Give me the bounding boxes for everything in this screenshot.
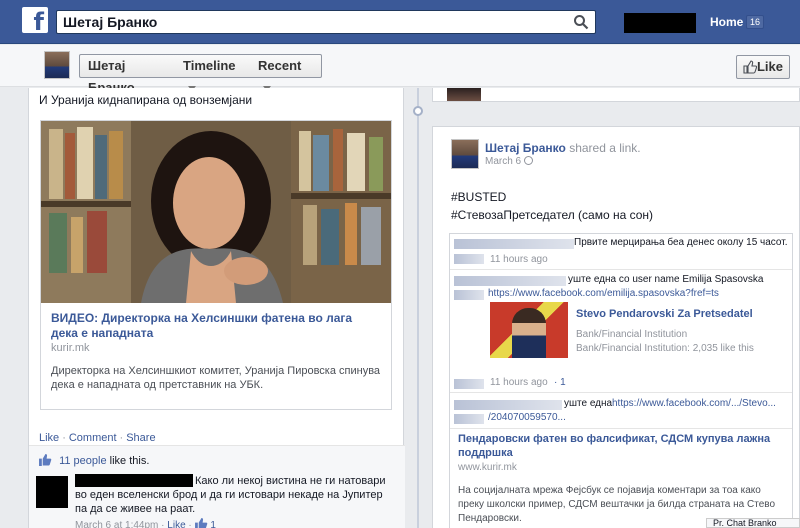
post-actions: Like · Comment · Share [39,432,156,444]
feed-item2-text: уште една со user name Emilija Spasovska [568,274,764,285]
redacted-profile-name[interactable] [624,13,696,33]
redacted-bar [454,239,574,249]
globe-icon [524,156,534,165]
facebook-logo[interactable]: f [22,7,48,33]
comment-action[interactable]: Comment [69,432,117,444]
author-verb: shared a link. [569,141,641,155]
feedback-section: 11 people like this. Како ли некој висти… [29,445,405,528]
timeline-header-bar: Шетај Бранко Timeline Recent Like [0,45,800,95]
divider [450,269,792,270]
right-timeline-post: Шетај Бранко shared a link. March 6 #BUS… [432,126,800,528]
chat-tab[interactable]: Pr. Chat Branko [706,518,800,528]
timeline-dot [413,106,423,116]
post-date: March 6 [485,156,534,167]
woman-portrait-image [41,121,391,303]
post-text: И Уранија киднапирана од вонземјани [39,93,253,107]
likes-count-link[interactable]: 11 people [59,455,107,467]
redacted-bar [454,254,484,264]
politician-thumbnail[interactable] [490,302,568,358]
left-timeline-post: И Уранија киднапирана од вонземјани ВИДЕ… [28,88,405,528]
page-name-button[interactable]: Шетај Бранко [79,54,176,95]
like-page-label: Like [756,59,783,74]
recent-label: Recent [258,58,302,73]
thumbs-up-icon [39,454,52,466]
comment-likes-count[interactable]: 1 [210,520,216,528]
feed-item2-likes: · 1 [554,377,566,388]
thumbs-up-icon [743,60,757,74]
redacted-bar [454,276,566,286]
feed-item3-url-part[interactable]: /204070059570... [488,412,566,423]
shared-link-image[interactable] [41,121,391,303]
comment-like-link[interactable]: Like [167,520,185,528]
separator: · [119,432,124,444]
shared-link-title[interactable]: ВИДЕО: Директорка на Хелсиншки фатена во… [51,311,381,341]
author-avatar[interactable] [451,139,479,169]
home-link[interactable]: Home [710,15,743,29]
feed-item2-category: Bank/Financial Institution [576,329,688,340]
like-page-button[interactable]: Like [736,55,790,79]
feed-item1-time: 11 hours ago [490,254,548,265]
feed-item2-url[interactable]: https://www.facebook.com/emilija.spasovs… [488,288,719,299]
feed-item3-text: уште една [564,398,613,409]
shared-link-card[interactable]: ВИДЕО: Директорка на Хелсиншки фатена во… [40,120,392,410]
likes-row: 11 people like this. [39,454,149,467]
feed-item4-domain: www.kurir.mk [458,462,517,473]
redacted-bar [454,290,484,300]
timeline-spine [417,88,419,528]
shared-link-description: Директорка на Хелсиншкиот комитет, Урани… [51,365,381,391]
search-box[interactable] [56,10,596,34]
feed-item1-text: Првите мерцирања беа денес околу 15 часо… [574,237,788,248]
like-action[interactable]: Like [39,432,59,444]
feed-item4-title[interactable]: Пендаровски фатен во фалсификат, СДСМ ку… [458,432,778,460]
separator: · [62,432,66,444]
separator: · [188,520,192,528]
feed-item2-title[interactable]: Stevo Pendarovski Za Pretsedatel [576,308,753,320]
post-date-text[interactable]: March 6 [485,156,521,167]
recent-dropdown[interactable]: Recent [250,54,322,92]
post-hashtag-line[interactable]: #СтевозаПретседател (само на сон) [451,208,653,222]
feed-item2-time: 11 hours ago [490,377,548,388]
top-nav-bar: f Home 16 [0,0,800,44]
redacted-bar [454,400,562,410]
share-action[interactable]: Share [126,432,155,444]
previous-post-image[interactable] [447,88,481,101]
feed-item2-likes-text: Bank/Financial Institution: 2,035 like t… [576,343,754,354]
previous-post-stub [432,88,800,102]
comment-date[interactable]: March 6 at 1:44pm [75,520,158,528]
screenshot-of-feed[interactable]: Првите мерцирања беа денес околу 15 часо… [449,233,793,528]
commenter-name-redacted[interactable] [75,474,193,487]
feed-item2-likes-count[interactable]: 1 [560,377,566,388]
search-icon[interactable] [573,14,589,30]
post-author-line: Шетај Бранко shared a link. [485,141,641,155]
commenter-avatar-redacted[interactable] [36,476,68,508]
redacted-bar [454,414,484,424]
timeline-label: Timeline [183,58,236,73]
separator: · [161,520,165,528]
feed-item3-url[interactable]: https://www.facebook.com/.../Stevo... [612,398,776,409]
thumbs-up-icon [194,518,207,528]
comment-meta: March 6 at 1:44pm · Like · 1 [75,518,216,528]
shared-link-domain: kurir.mk [51,342,90,354]
home-count-badge: 16 [746,15,765,29]
divider [450,428,792,429]
page-avatar[interactable] [44,51,70,79]
person-figure [512,308,546,358]
divider [450,392,792,393]
search-input[interactable] [57,11,557,33]
redacted-bar [454,379,484,389]
author-name[interactable]: Шетај Бранко [485,141,566,155]
likes-suffix: like this. [109,455,150,467]
post-hashtag-busted[interactable]: #BUSTED [451,190,506,204]
timeline-dropdown[interactable]: Timeline [175,54,251,92]
